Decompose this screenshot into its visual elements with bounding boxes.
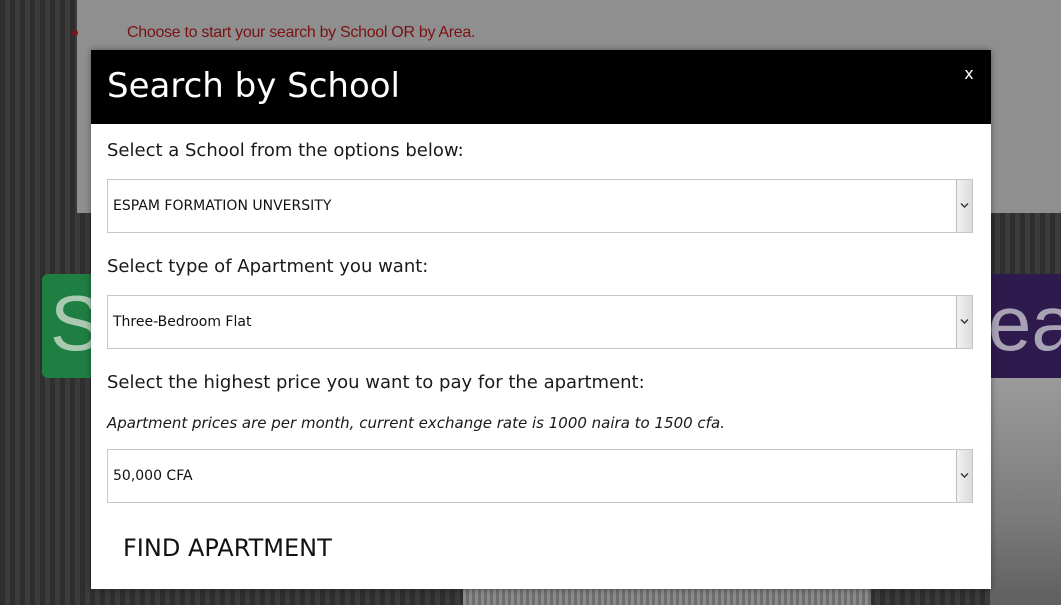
background-band xyxy=(463,588,871,605)
school-select-value: ESPAM FORMATION UNVERSITY xyxy=(113,198,332,214)
chevron-down-icon xyxy=(960,473,969,478)
price-select[interactable]: 50,000 CFA xyxy=(107,449,973,503)
apartment-type-select-value: Three-Bedroom Flat xyxy=(113,314,252,330)
apartment-type-select[interactable]: Three-Bedroom Flat xyxy=(107,295,973,349)
apartment-type-select-label: Select type of Apartment you want: xyxy=(107,256,429,277)
background-photo xyxy=(990,378,1061,605)
modal-header: Search by School x xyxy=(91,50,991,124)
chevron-down-icon xyxy=(960,319,969,324)
school-select[interactable]: ESPAM FORMATION UNVERSITY xyxy=(107,179,973,233)
modal-title: Search by School xyxy=(107,66,401,106)
search-by-area-tile-text: ea xyxy=(990,279,1061,367)
instruction-bullet xyxy=(72,30,78,36)
search-by-school-modal: Search by School x Select a School from … xyxy=(91,50,991,589)
find-apartment-button[interactable]: FIND APARTMENT xyxy=(115,528,340,568)
price-note: Apartment prices are per month, current … xyxy=(107,414,725,432)
search-instruction-text: Choose to start your search by School OR… xyxy=(127,24,476,41)
price-select-label: Select the highest price you want to pay… xyxy=(107,372,645,393)
chevron-down-icon xyxy=(960,203,969,208)
price-select-value: 50,000 CFA xyxy=(113,468,193,484)
price-select-arrow[interactable] xyxy=(956,450,972,502)
search-by-area-tile: ea xyxy=(990,274,1061,378)
close-button[interactable]: x xyxy=(961,62,977,84)
apartment-type-select-arrow[interactable] xyxy=(956,296,972,348)
school-select-arrow[interactable] xyxy=(956,180,972,232)
school-select-label: Select a School from the options below: xyxy=(107,140,464,161)
